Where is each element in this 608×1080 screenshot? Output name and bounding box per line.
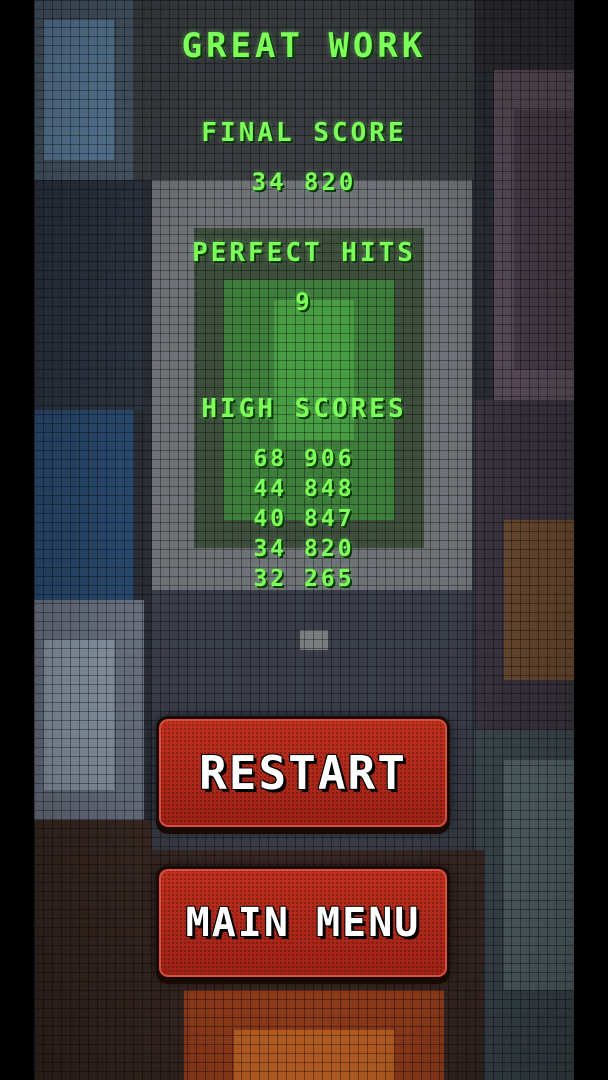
perfect-hits-value: 9 bbox=[295, 288, 313, 316]
final-score-value: 34 820 bbox=[251, 168, 357, 196]
game-over-title: GREAT WORK bbox=[181, 26, 427, 66]
main-menu-button[interactable]: MAIN MENU bbox=[156, 866, 450, 980]
high-score-entry: 32 265 bbox=[253, 566, 355, 592]
restart-button-label: RESTART bbox=[199, 746, 407, 800]
main-menu-button-label: MAIN MENU bbox=[185, 900, 421, 946]
perfect-hits-label: PERFECT HITS bbox=[192, 238, 416, 268]
high-score-entry: 68 906 bbox=[253, 446, 355, 472]
high-score-entry: 44 848 bbox=[253, 476, 355, 502]
high-score-entry: 34 820 bbox=[253, 536, 355, 562]
restart-button[interactable]: RESTART bbox=[156, 716, 450, 830]
high-scores-label: HIGH SCORES bbox=[201, 394, 407, 424]
high-scores-list: 68 906 44 848 40 847 34 820 32 265 bbox=[0, 444, 608, 594]
high-score-entry: 40 847 bbox=[253, 506, 355, 532]
final-score-label: FINAL SCORE bbox=[201, 118, 407, 148]
game-screen: GREAT WORK FINAL SCORE 34 820 PERFECT HI… bbox=[0, 0, 608, 1080]
